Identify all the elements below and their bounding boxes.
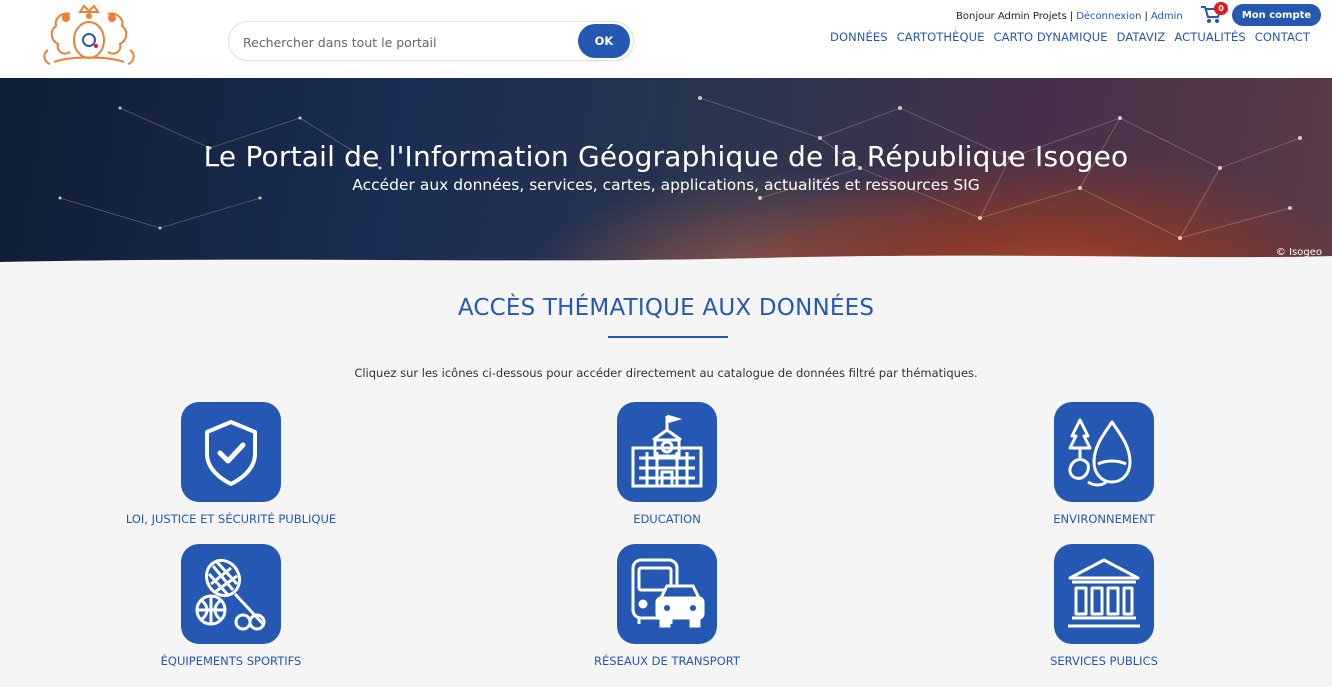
- user-greeting: Bonjour Admin Projets: [956, 10, 1067, 22]
- cart-count-badge: 0: [1214, 2, 1228, 15]
- site-header: OK Bonjour Admin Projets | Déconnexion |…: [0, 0, 1332, 78]
- banner-title: Le Portail de l'Information Géographique…: [203, 140, 1129, 173]
- theme-label[interactable]: Réseaux de transport: [547, 654, 787, 668]
- nav-item-donnees[interactable]: Données: [830, 30, 888, 44]
- title-underline: [608, 336, 728, 338]
- section-title: ACCÈS THÉMATIQUE AUX DONNÉES: [457, 295, 875, 321]
- search-bar: OK: [228, 21, 634, 61]
- nav-item-dataviz[interactable]: Dataviz: [1117, 30, 1166, 44]
- school-building-icon[interactable]: [617, 402, 717, 502]
- public-building-icon[interactable]: [1054, 544, 1154, 644]
- banner-wave-divider: [0, 255, 1332, 268]
- theme-tile-transport[interactable]: Réseaux de transport: [547, 544, 787, 668]
- separator: |: [1069, 10, 1074, 22]
- main-nav: Données Cartothèque Carto dynamique Data…: [821, 30, 1310, 44]
- my-account-button[interactable]: Mon compte: [1232, 4, 1321, 26]
- hero-banner: Le Portail de l'Information Géographique…: [0, 78, 1332, 262]
- banner-subtitle: Accéder aux données, services, cartes, a…: [352, 176, 980, 194]
- bus-car-icon[interactable]: [617, 544, 717, 644]
- theme-tile-justice[interactable]: Loi, justice et sécurité publique: [111, 402, 351, 526]
- search-submit-button[interactable]: OK: [578, 24, 630, 58]
- admin-link[interactable]: Admin: [1151, 11, 1183, 22]
- logout-link[interactable]: Déconnexion: [1076, 11, 1141, 22]
- coat-of-arms-logo[interactable]: [40, 4, 138, 68]
- nav-item-cartotheque[interactable]: Cartothèque: [897, 30, 985, 44]
- shield-check-icon[interactable]: [181, 402, 281, 502]
- theme-label[interactable]: Services publics: [984, 654, 1224, 668]
- separator: |: [1144, 10, 1148, 22]
- section-description: Cliquez sur les icônes ci-dessous pour a…: [354, 366, 978, 380]
- tree-water-icon[interactable]: [1054, 402, 1154, 502]
- theme-tile-sports[interactable]: Équipements sportifs: [111, 544, 351, 668]
- nav-item-carto-dynamique[interactable]: Carto dynamique: [994, 30, 1108, 44]
- theme-label[interactable]: Équipements sportifs: [111, 654, 351, 668]
- user-bar: Bonjour Admin Projets | Déconnexion | Ad…: [956, 8, 1183, 24]
- theme-label[interactable]: Environnement: [984, 512, 1224, 526]
- theme-tile-public-services[interactable]: Services publics: [984, 544, 1224, 668]
- sports-equipment-icon[interactable]: [181, 544, 281, 644]
- nav-item-contact[interactable]: Contact: [1255, 30, 1310, 44]
- theme-label[interactable]: Loi, justice et sécurité publique: [111, 512, 351, 526]
- theme-tile-education[interactable]: Education: [547, 402, 787, 526]
- theme-tile-environment[interactable]: Environnement: [984, 402, 1224, 526]
- search-input[interactable]: [243, 31, 573, 53]
- nav-item-actualites[interactable]: Actualités: [1174, 30, 1245, 44]
- theme-label[interactable]: Education: [547, 512, 787, 526]
